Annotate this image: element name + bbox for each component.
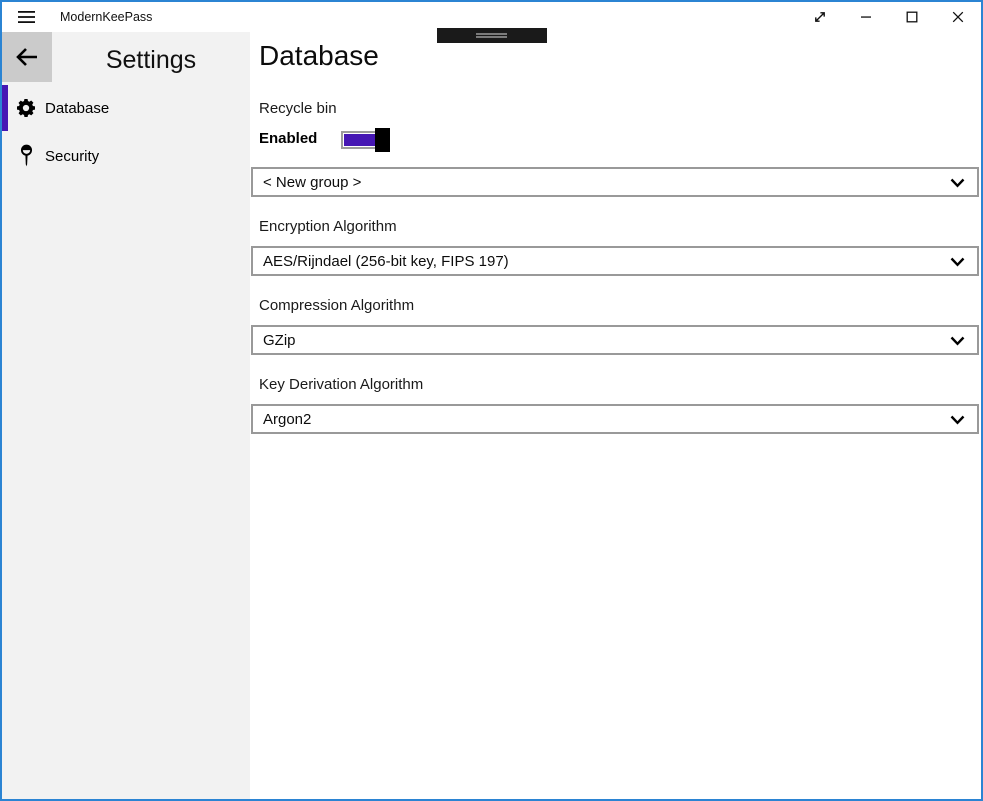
selected-indicator [2, 85, 8, 131]
recycle-bin-toggle-label: Enabled [259, 130, 317, 147]
toggle-knob [375, 128, 390, 152]
settings-nav: Database Security [2, 85, 250, 179]
sidebar-title: Settings [52, 32, 250, 84]
encryption-algorithm-dropdown[interactable]: AES/Rijndael (256-bit key, FIPS 197) [251, 246, 979, 276]
chevron-down-icon [950, 178, 965, 188]
sidebar-item-label: Database [45, 100, 109, 117]
close-icon [950, 9, 966, 25]
chevron-down-icon [950, 257, 965, 267]
close-button[interactable] [935, 2, 981, 32]
grip-line [476, 36, 507, 38]
database-settings-panel: Database Recycle bin Enabled < New group… [250, 32, 981, 799]
chevron-down-icon [950, 336, 965, 346]
sidebar-item-security[interactable]: Security [2, 133, 250, 179]
key-icon [16, 144, 36, 168]
back-arrow-icon [16, 47, 39, 67]
back-button[interactable] [2, 32, 52, 82]
minimize-button[interactable] [843, 2, 889, 32]
compression-algorithm-dropdown[interactable]: GZip [251, 325, 979, 355]
page-title: Database [259, 40, 379, 72]
encryption-algorithm-label: Encryption Algorithm [259, 218, 397, 235]
window-title: ModernKeePass [60, 10, 152, 24]
recycle-group-dropdown[interactable]: < New group > [251, 167, 979, 197]
app-window: ModernKeePass [0, 0, 983, 801]
sidebar-item-database[interactable]: Database [2, 85, 250, 131]
minimize-icon [858, 9, 874, 25]
key-derivation-algorithm-dropdown[interactable]: Argon2 [251, 404, 979, 434]
toggle-fill [344, 134, 376, 146]
maximize-button[interactable] [889, 2, 935, 32]
chevron-down-icon [950, 415, 965, 425]
dropdown-value: Argon2 [263, 411, 311, 428]
toggle-track [341, 131, 379, 149]
diagonal-resize-icon [812, 9, 828, 25]
dropdown-value: < New group > [263, 174, 361, 191]
key-derivation-algorithm-label: Key Derivation Algorithm [259, 376, 423, 393]
maximize-icon [904, 9, 920, 25]
compression-algorithm-label: Compression Algorithm [259, 297, 414, 314]
gear-icon [16, 99, 36, 117]
sidebar-item-label: Security [45, 148, 99, 165]
dropdown-value: GZip [263, 332, 296, 349]
recycle-bin-toggle[interactable] [341, 128, 390, 152]
grip-line [476, 33, 507, 35]
exit-fullscreen-button[interactable] [797, 2, 843, 32]
recycle-bin-label: Recycle bin [259, 100, 337, 117]
fullscreen-reveal-handle[interactable] [437, 28, 547, 43]
hamburger-menu-button[interactable] [2, 2, 50, 32]
settings-sidebar: Settings Database [2, 32, 250, 799]
dropdown-value: AES/Rijndael (256-bit key, FIPS 197) [263, 253, 509, 270]
hamburger-icon [18, 10, 35, 24]
